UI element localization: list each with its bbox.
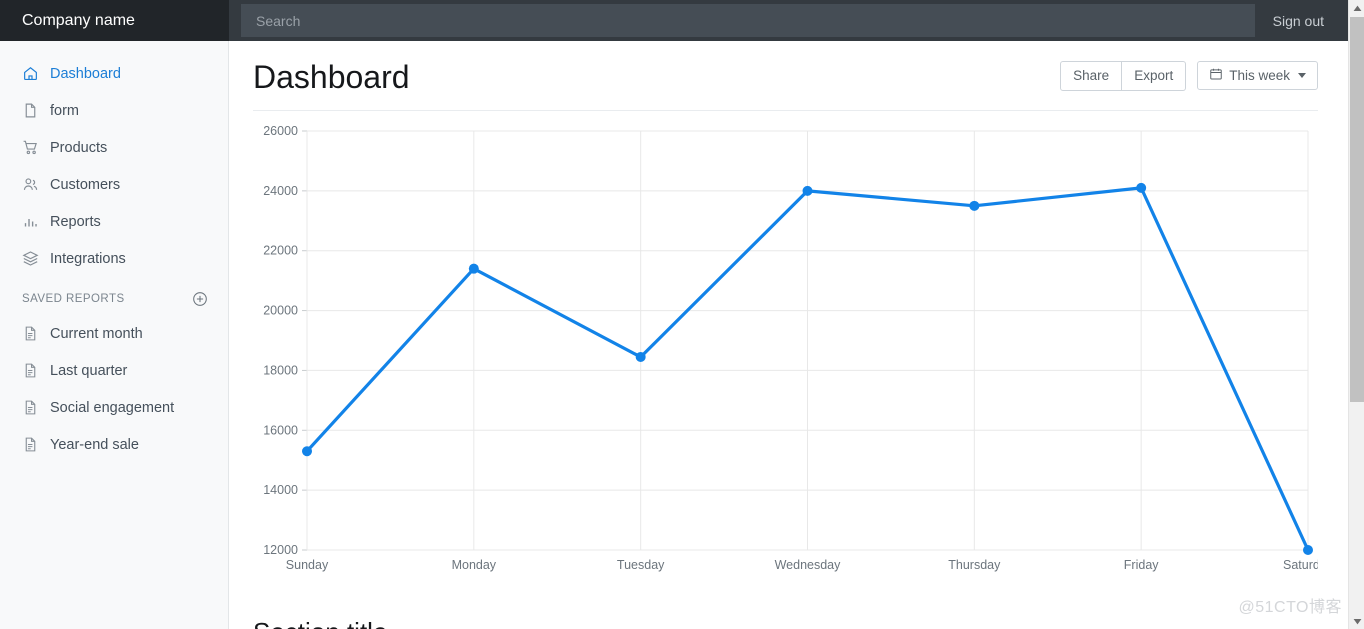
chart-ytick-label: 12000 — [263, 543, 298, 557]
search-container — [229, 0, 1255, 41]
sidebar-item-reports[interactable]: Reports — [0, 203, 228, 240]
share-button[interactable]: Share — [1060, 60, 1123, 91]
chevron-down-icon — [1298, 73, 1306, 79]
brand-title[interactable]: Company name — [0, 0, 229, 41]
document-icon — [22, 436, 39, 453]
chart-xtick-label: Sunday — [286, 558, 329, 572]
sidebar-item-customers[interactable]: Customers — [0, 166, 228, 203]
sidebar-item-dashboard[interactable]: Dashboard — [0, 55, 228, 92]
export-button[interactable]: Export — [1122, 60, 1187, 91]
chart-data-point[interactable] — [1303, 544, 1313, 555]
chart-ytick-label: 22000 — [263, 244, 298, 258]
chart-xtick-label: Wednesday — [775, 558, 842, 572]
page-title: Dashboard — [253, 59, 410, 95]
chart-xtick-labels: Sunday Monday Tuesday Wednesday Thursday Frid… — [286, 558, 1318, 572]
sidebar-item-year-end-sale[interactable]: Year-end sale — [0, 426, 228, 463]
document-icon — [22, 325, 39, 342]
sidebar-item-label: Last quarter — [50, 362, 128, 379]
sidebar-item-label: Integrations — [50, 250, 126, 267]
chart-data-point[interactable] — [1136, 182, 1147, 193]
home-icon — [22, 65, 39, 82]
chart-data-point[interactable] — [802, 185, 813, 196]
sidebar-item-label: Year-end sale — [50, 436, 139, 453]
chart-xtick-label: Saturday — [1283, 558, 1318, 572]
page-header: Dashboard Share Export This week — [253, 41, 1318, 111]
sidebar-item-label: Products — [50, 139, 108, 156]
people-icon — [22, 176, 39, 193]
chart-canvas: 12000 14000 16000 18000 20000 22000 24000 26000… — [263, 124, 1318, 572]
sidebar-item-current-month[interactable]: Current month — [0, 315, 228, 352]
sidebar-item-label: Customers — [50, 176, 121, 193]
sidebar-item-label: Current month — [50, 325, 143, 342]
top-navbar: Company name Sign out — [0, 0, 1348, 41]
main-content: Dashboard Share Export This week 12000 1… — [229, 41, 1348, 629]
scrollbar-thumb[interactable] — [1350, 17, 1364, 402]
share-export-group: Share Export — [1060, 60, 1187, 91]
saved-reports-header: SAVED REPORTS — [0, 277, 228, 315]
sidebar-item-form[interactable]: form — [0, 92, 228, 129]
saved-reports-label: SAVED REPORTS — [22, 293, 125, 305]
shopping-cart-icon — [22, 139, 39, 156]
scroll-up-icon[interactable] — [1349, 0, 1364, 16]
section-title: Section title — [253, 617, 387, 629]
calendar-icon — [1209, 67, 1223, 84]
sidebar-item-label: Social engagement — [50, 399, 175, 416]
sales-line-chart: 12000 14000 16000 18000 20000 22000 24000 26000… — [253, 117, 1318, 587]
chart-xtick-label: Friday — [1124, 558, 1159, 572]
chart-xtick-label: Monday — [452, 558, 497, 572]
page-scrollbar[interactable] — [1348, 0, 1364, 629]
header-actions: Share Export This week — [1060, 60, 1318, 96]
chart-ytick-label: 20000 — [263, 303, 298, 317]
date-range-label: This week — [1229, 68, 1290, 84]
sidebar-item-label: Reports — [50, 213, 101, 230]
scroll-down-icon[interactable] — [1349, 613, 1364, 629]
chart-ytick-label: 26000 — [263, 124, 298, 138]
chart-ytick-label: 18000 — [263, 363, 298, 377]
plus-circle-icon[interactable] — [192, 291, 208, 307]
chart-ytick-label: 16000 — [263, 423, 298, 437]
chart-ytick-labels: 12000 14000 16000 18000 20000 22000 24000 26000 — [263, 124, 298, 557]
bar-chart-icon — [22, 213, 39, 230]
dashboard-page: Company name Sign out Dashboard form — [0, 0, 1364, 629]
chart-data-point[interactable] — [969, 200, 980, 211]
search-input[interactable] — [241, 4, 1255, 37]
sidebar: Dashboard form Products Customers Report… — [0, 41, 229, 629]
date-range-dropdown[interactable]: This week — [1197, 61, 1318, 91]
chart-ytick-label: 14000 — [263, 483, 298, 497]
sidebar-item-products[interactable]: Products — [0, 129, 228, 166]
document-icon — [22, 399, 39, 416]
sidebar-item-label: form — [50, 102, 79, 119]
sidebar-item-last-quarter[interactable]: Last quarter — [0, 352, 228, 389]
file-icon — [22, 102, 39, 119]
sign-out-link[interactable]: Sign out — [1255, 0, 1348, 41]
sidebar-item-label: Dashboard — [50, 65, 121, 82]
document-icon — [22, 362, 39, 379]
chart-xtick-label: Thursday — [948, 558, 1001, 572]
chart-data-point[interactable] — [635, 351, 646, 362]
sidebar-item-integrations[interactable]: Integrations — [0, 240, 228, 277]
sidebar-item-social-engagement[interactable]: Social engagement — [0, 389, 228, 426]
chart-data-point[interactable] — [468, 263, 479, 274]
layers-icon — [22, 250, 39, 267]
chart-xtick-label: Tuesday — [617, 558, 665, 572]
chart-ytick-label: 24000 — [263, 184, 298, 198]
chart-data-point[interactable] — [302, 446, 312, 457]
